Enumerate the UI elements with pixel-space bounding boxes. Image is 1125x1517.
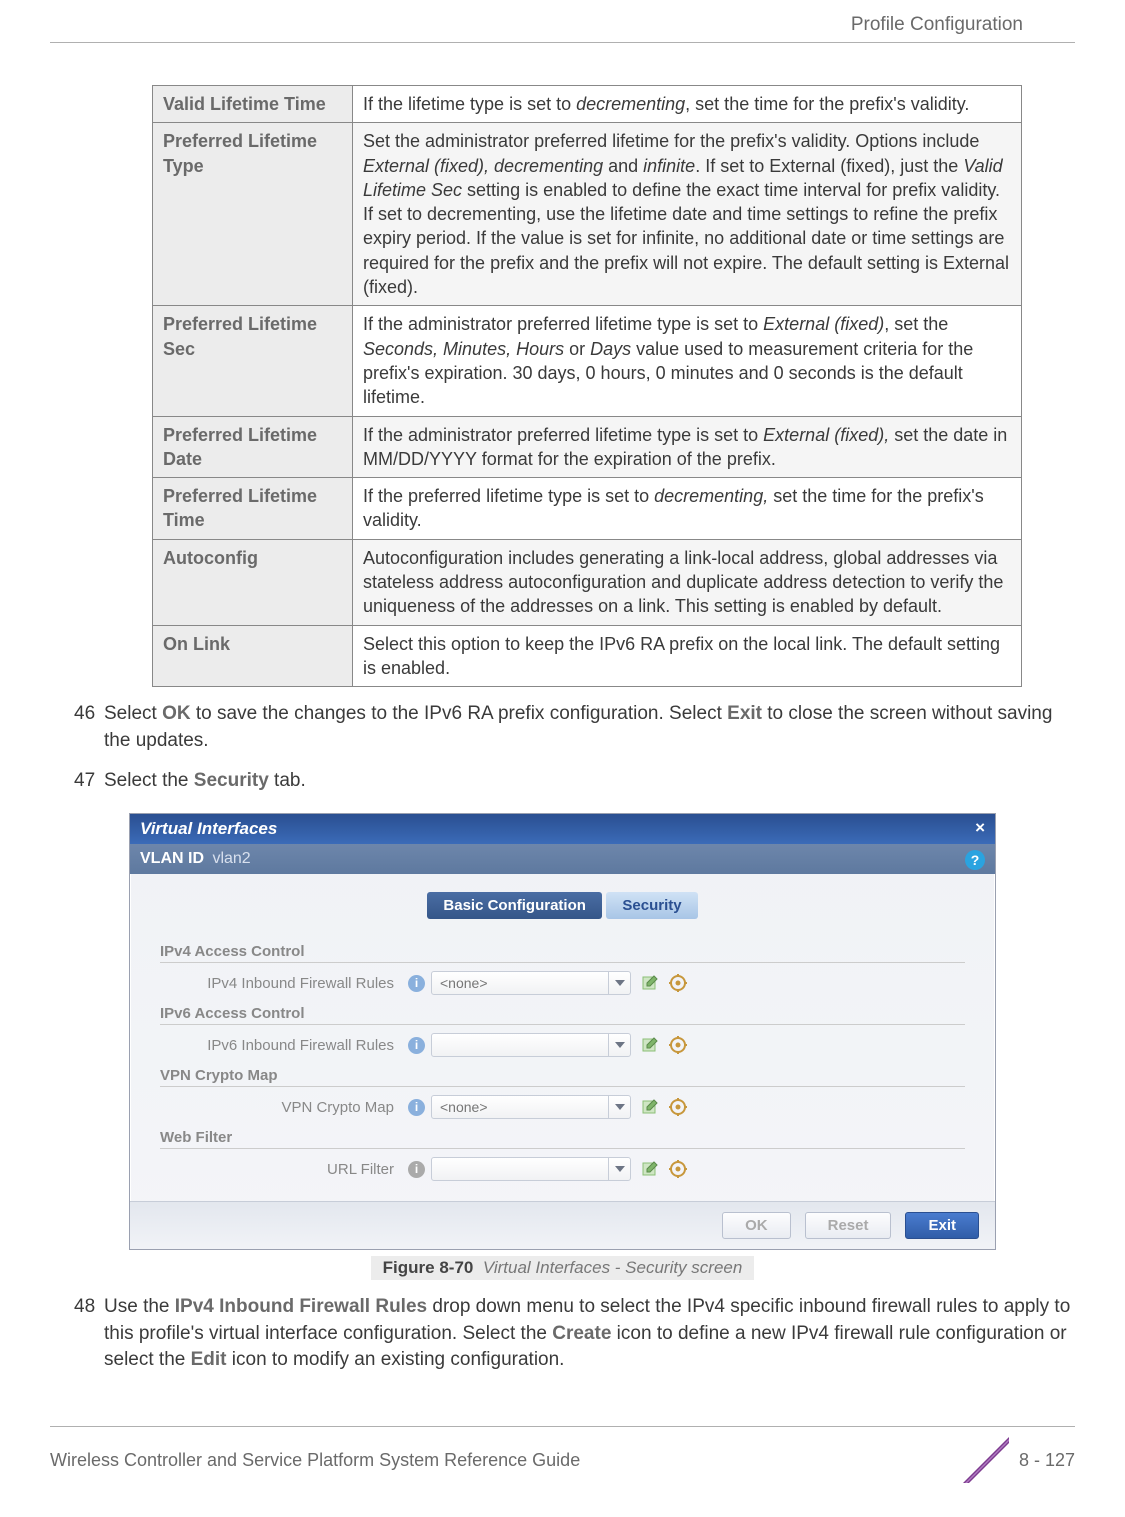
vlan-id-label: VLAN ID (140, 850, 204, 867)
combo-ipv4-inbound[interactable]: <none> (431, 971, 631, 995)
section-title: Profile Configuration (851, 14, 1023, 35)
term-cell: Preferred Lifetime Type (153, 123, 353, 306)
group-web-header: Web Filter (160, 1121, 965, 1149)
info-icon[interactable]: i (408, 975, 425, 992)
combo-value: <none> (440, 1099, 608, 1115)
dialog-title-text: Virtual Interfaces (140, 819, 277, 838)
definition-cell: Select this option to keep the IPv6 RA p… (353, 625, 1022, 687)
tab-bar: Basic Configuration Security (130, 874, 995, 929)
tab-security[interactable]: Security (606, 892, 697, 919)
step-number: 47 (74, 768, 104, 795)
footer-guide-title: Wireless Controller and Service Platform… (50, 1450, 580, 1471)
definition-cell: Set the administrator preferred lifetime… (353, 123, 1022, 306)
edit-icon[interactable] (669, 1098, 687, 1116)
chevron-down-icon[interactable] (608, 1158, 630, 1180)
edit-icon[interactable] (669, 1160, 687, 1178)
info-icon[interactable]: i (408, 1037, 425, 1054)
info-icon[interactable]: i (408, 1099, 425, 1116)
label-url-filter: URL Filter (174, 1161, 402, 1178)
figure-caption: Figure 8-70 Virtual Interfaces - Securit… (371, 1256, 755, 1280)
figure-label: Figure 8-70 (383, 1258, 474, 1277)
step-number: 46 (74, 701, 104, 728)
edit-icon[interactable] (669, 1036, 687, 1054)
dialog-virtual-interfaces: Virtual Interfaces × VLAN ID vlan2 ? Bas… (129, 813, 996, 1250)
step-number: 48 (74, 1294, 104, 1321)
group-vpn-header: VPN Crypto Map (160, 1059, 965, 1087)
reset-button[interactable]: Reset (805, 1212, 892, 1239)
definitions-table: Valid Lifetime TimeIf the lifetime type … (152, 85, 1022, 687)
close-icon[interactable]: × (975, 818, 985, 838)
table-row: Valid Lifetime TimeIf the lifetime type … (153, 86, 1022, 123)
tab-basic-configuration[interactable]: Basic Configuration (427, 892, 602, 919)
page-section-header: Profile Configuration (50, 0, 1075, 43)
table-row: Preferred Lifetime TypeSet the administr… (153, 123, 1022, 306)
step-text: Use the IPv4 Inbound Firewall Rules drop… (104, 1296, 1070, 1370)
dialog-footer: OK Reset Exit (130, 1201, 995, 1249)
label-vpn-crypto: VPN Crypto Map (174, 1099, 402, 1116)
combo-ipv6-inbound[interactable] (431, 1033, 631, 1057)
info-icon[interactable]: i (408, 1161, 425, 1178)
definition-cell: If the administrator preferred lifetime … (353, 306, 1022, 416)
row-vpn-crypto: VPN Crypto Map i <none> (160, 1087, 965, 1121)
combo-vpn-crypto[interactable]: <none> (431, 1095, 631, 1119)
term-cell: Valid Lifetime Time (153, 86, 353, 123)
definition-cell: If the preferred lifetime type is set to… (353, 478, 1022, 540)
dialog-titlebar: Virtual Interfaces × (130, 814, 995, 844)
step-46: 46Select OK to save the changes to the I… (52, 701, 1073, 754)
table-row: Preferred Lifetime TimeIf the preferred … (153, 478, 1022, 540)
label-ipv6-inbound: IPv6 Inbound Firewall Rules (174, 1037, 402, 1054)
dialog-subheader: VLAN ID vlan2 ? (130, 844, 995, 874)
page-mark: 8 - 127 (963, 1437, 1075, 1483)
row-url-filter: URL Filter i (160, 1149, 965, 1183)
chevron-down-icon[interactable] (608, 972, 630, 994)
row-ipv6-inbound: IPv6 Inbound Firewall Rules i (160, 1025, 965, 1059)
table-row: Preferred Lifetime SecIf the administrat… (153, 306, 1022, 416)
create-icon[interactable] (641, 1036, 659, 1054)
group-ipv4-header: IPv4 Access Control (160, 935, 965, 963)
page-number: 8 - 127 (1019, 1450, 1075, 1471)
ok-button[interactable]: OK (722, 1212, 791, 1239)
chevron-down-icon[interactable] (608, 1096, 630, 1118)
chevron-down-icon[interactable] (608, 1034, 630, 1056)
create-icon[interactable] (641, 1098, 659, 1116)
group-ipv6-header: IPv6 Access Control (160, 997, 965, 1025)
step-48: 48Use the IPv4 Inbound Firewall Rules dr… (52, 1294, 1073, 1374)
term-cell: On Link (153, 625, 353, 687)
label-ipv4-inbound: IPv4 Inbound Firewall Rules (174, 975, 402, 992)
term-cell: Preferred Lifetime Date (153, 416, 353, 478)
edit-icon[interactable] (669, 974, 687, 992)
term-cell: Preferred Lifetime Time (153, 478, 353, 540)
page-footer: Wireless Controller and Service Platform… (50, 1426, 1075, 1483)
row-ipv4-inbound: IPv4 Inbound Firewall Rules i <none> (160, 963, 965, 997)
exit-button[interactable]: Exit (905, 1212, 979, 1239)
definition-cell: If the lifetime type is set to decrement… (353, 86, 1022, 123)
combo-url-filter[interactable] (431, 1157, 631, 1181)
create-icon[interactable] (641, 974, 659, 992)
term-cell: Autoconfig (153, 539, 353, 625)
create-icon[interactable] (641, 1160, 659, 1178)
table-row: AutoconfigAutoconfiguration includes gen… (153, 539, 1022, 625)
step-text: Select OK to save the changes to the IPv… (104, 703, 1052, 751)
combo-value: <none> (440, 975, 608, 991)
step-47: 47Select the Security tab. (52, 768, 1073, 795)
definition-cell: Autoconfiguration includes generating a … (353, 539, 1022, 625)
page-corner-icon (963, 1437, 1009, 1483)
table-row: Preferred Lifetime DateIf the administra… (153, 416, 1022, 478)
step-text: Select the Security tab. (104, 770, 306, 791)
term-cell: Preferred Lifetime Sec (153, 306, 353, 416)
table-row: On LinkSelect this option to keep the IP… (153, 625, 1022, 687)
figure-caption-text: Virtual Interfaces - Security screen (483, 1258, 743, 1277)
vlan-id-value: vlan2 (212, 850, 250, 867)
help-icon[interactable]: ? (965, 850, 985, 870)
definition-cell: If the administrator preferred lifetime … (353, 416, 1022, 478)
